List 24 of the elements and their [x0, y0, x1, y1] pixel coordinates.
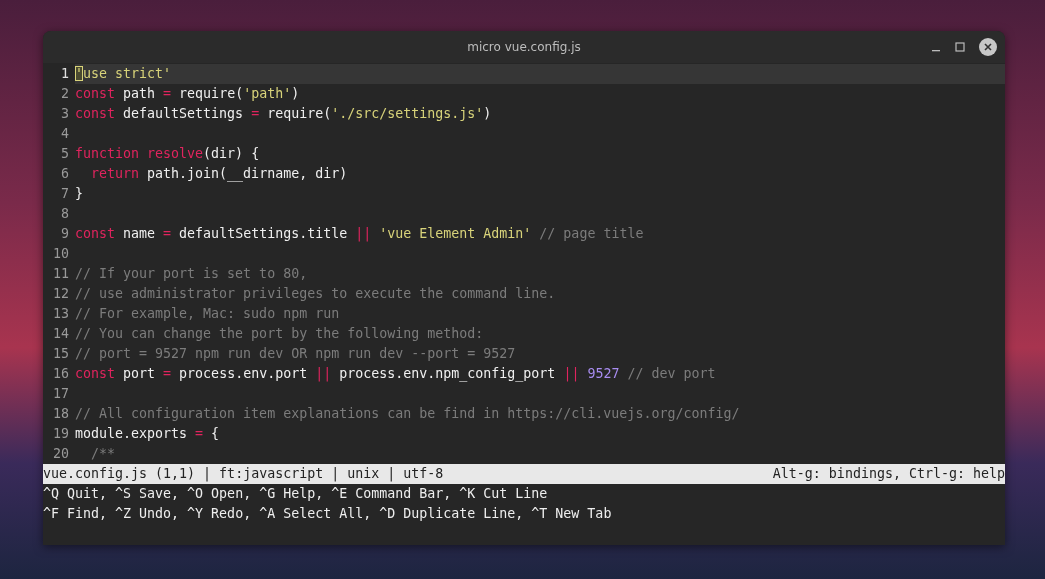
line-number: 1 — [43, 64, 75, 84]
code-line: const name = defaultSettings.title || 'vue Element Admin' // page title — [75, 225, 644, 244]
code-line: // You can change the port by the following method: — [75, 325, 484, 343]
code-line: // port = 9527 npm run dev OR npm run dev --port = 9527 — [75, 345, 516, 363]
maximize-icon[interactable] — [955, 42, 965, 52]
code-line: // If your port is set to 80, — [75, 265, 308, 283]
file-status-text: vue.config.js (1,1) | ft:javascript | unix | utf-8 — [43, 465, 444, 484]
code-line: module.exports = { — [75, 425, 220, 443]
shortcut-help-line: ^Q Quit, ^S Save, ^O Open, ^G Help, ^E Command Bar, ^K Cut Line — [43, 485, 549, 503]
keybinding-hint: Alt-g: bindings, Ctrl-g: help — [772, 465, 1005, 483]
code-line: const port = process.env.port || process.env.npm_config_port || 9527 // dev port — [75, 365, 716, 384]
shortcut-help-line: ^F Find, ^Z Undo, ^Y Redo, ^A Select All, ^D Duplicate Line, ^T New Tab — [43, 505, 613, 523]
code-line: 'use strict' — [75, 65, 172, 83]
code-line: const path = require('path') — [75, 85, 300, 103]
code-line: return path.join(__dirname, dir) — [90, 165, 348, 184]
code-line: // use administrator privileges to execute the command line. — [75, 285, 556, 303]
code-line: // For example, Mac: sudo npm run — [75, 305, 340, 323]
code-line: // All configuration item explanations can be find in https://cli.vuejs.org/config/ — [75, 405, 740, 423]
window-title: micro vue.config.js — [467, 40, 581, 54]
close-icon[interactable] — [979, 38, 997, 56]
code-line: } — [75, 185, 83, 203]
code-line: /** — [90, 445, 116, 463]
code-line: function resolve(dir) { — [75, 145, 260, 163]
code-line: const defaultSettings = require('./src/settings.js') — [75, 105, 492, 123]
